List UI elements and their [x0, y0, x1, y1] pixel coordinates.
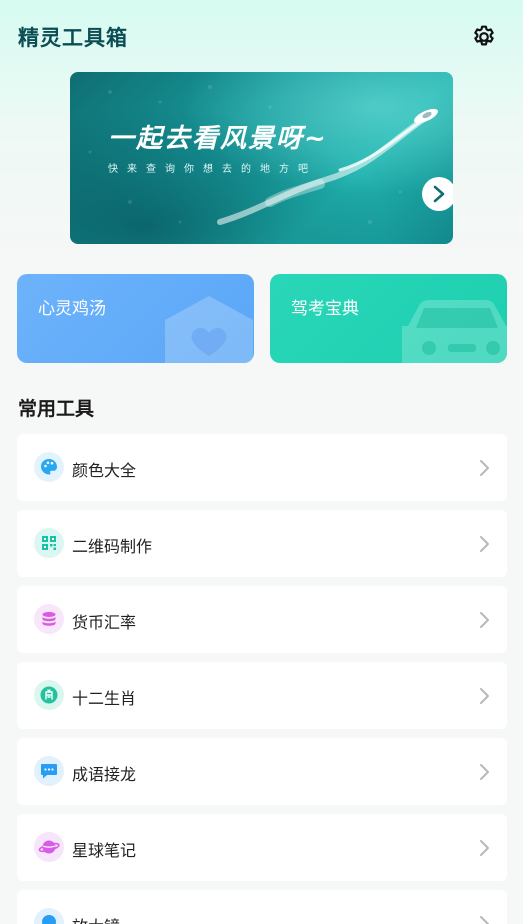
banner-subtitle: 快来查询你想去的地方吧: [108, 164, 317, 175]
driving-test-label: 驾考宝典: [291, 299, 359, 319]
chevron-right-icon: [480, 840, 489, 856]
banner-carousel[interactable]: 一起去看风景呀~ 快来查询你想去的地方吧: [70, 72, 453, 244]
chevron-right-icon: [480, 460, 489, 476]
banner-title: 一起去看风景呀~: [108, 124, 328, 154]
driving-test-card[interactable]: 驾考宝典: [270, 274, 507, 363]
tool-list: 颜色大全 二维码制作 货币汇率 十二生肖 成语接龙 星球笔记: [17, 434, 507, 924]
tool-icon-wrap: [34, 680, 64, 710]
heart-house-icon: [165, 296, 253, 363]
chevron-right-icon: [480, 916, 489, 924]
app-header: 精灵工具箱: [0, 0, 523, 72]
section-title-common-tools: 常用工具: [18, 398, 95, 420]
tool-item-qrcode[interactable]: 二维码制作: [17, 510, 507, 577]
tool-icon-wrap: [34, 452, 64, 482]
gear-icon: [474, 25, 494, 46]
chevron-right-icon: [480, 536, 489, 552]
tool-item-idiom-chain[interactable]: 成语接龙: [17, 738, 507, 805]
planet-icon: [38, 840, 60, 854]
tool-label: 成语接龙: [72, 765, 137, 784]
tool-item-colors[interactable]: 颜色大全: [17, 434, 507, 501]
coins-icon: [42, 612, 56, 626]
tool-item-planet-notes[interactable]: 星球笔记: [17, 814, 507, 881]
chat-bubble-icon: [41, 764, 57, 779]
tool-icon-wrap: [34, 528, 64, 558]
tool-label: 星球笔记: [72, 841, 137, 860]
tool-icon-wrap: [34, 756, 64, 786]
car-icon: [402, 300, 507, 363]
chevron-right-icon: [480, 612, 489, 628]
palette-icon: [41, 459, 57, 475]
tool-icon-wrap: [34, 908, 64, 924]
tool-label: 二维码制作: [72, 537, 153, 556]
tool-icon-wrap: [34, 604, 64, 634]
chevron-right-icon: [480, 764, 489, 780]
chevron-right-icon: [480, 688, 489, 704]
tool-item-magnifier[interactable]: 放大镜: [17, 890, 507, 924]
tool-label: 十二生肖: [72, 689, 137, 708]
tool-icon-wrap: [34, 832, 64, 862]
magnifier-icon: [42, 915, 56, 924]
tool-label: 货币汇率: [72, 613, 137, 632]
tool-label: 颜色大全: [72, 461, 137, 480]
soul-soup-card[interactable]: 心灵鸡汤: [17, 274, 254, 363]
soul-soup-label: 心灵鸡汤: [38, 299, 106, 319]
chevron-right-icon: [433, 185, 445, 203]
banner-next-button[interactable]: [422, 177, 453, 211]
tool-item-zodiac[interactable]: 十二生肖: [17, 662, 507, 729]
qrcode-icon: [42, 536, 56, 550]
banner-sea-image: [88, 85, 438, 225]
tool-label: 放大镜: [72, 913, 120, 924]
zodiac-icon: [40, 686, 58, 704]
settings-button[interactable]: [470, 23, 498, 51]
tool-item-currency[interactable]: 货币汇率: [17, 586, 507, 653]
app-title: 精灵工具箱: [18, 26, 128, 50]
